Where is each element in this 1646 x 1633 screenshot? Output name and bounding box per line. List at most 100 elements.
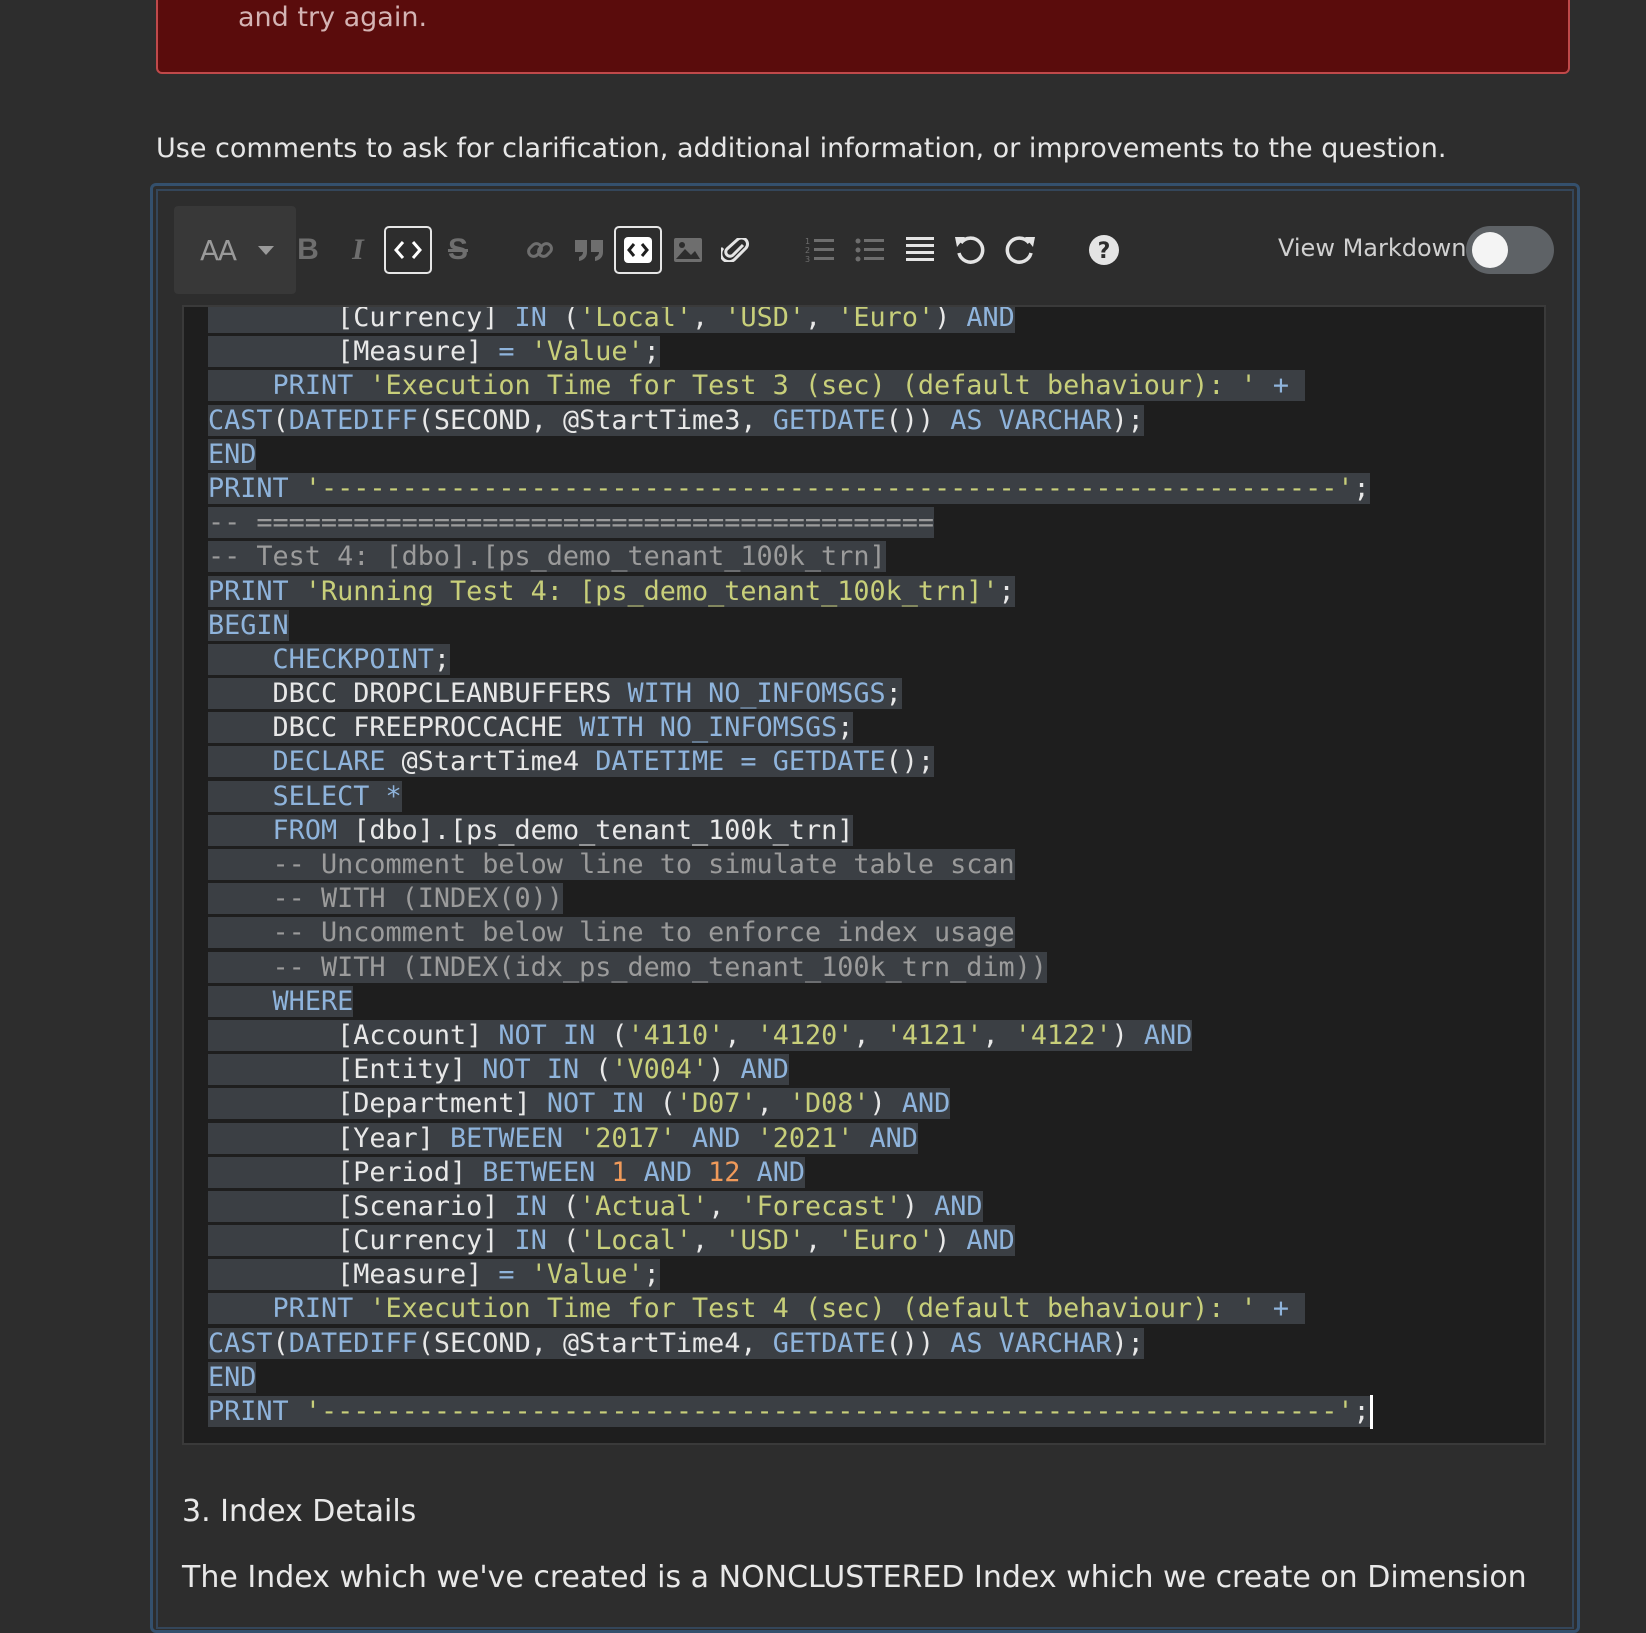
code-token: ; bbox=[433, 643, 451, 675]
code-token: ( bbox=[595, 1054, 612, 1086]
image-icon bbox=[674, 238, 702, 262]
code-token: ( bbox=[611, 1019, 628, 1051]
unordered-list-button[interactable] bbox=[846, 226, 894, 274]
code-token: , bbox=[853, 1019, 886, 1051]
selected-code: [Period] BETWEEN 1 AND 12 AND bbox=[208, 1156, 805, 1188]
italic-button[interactable]: I bbox=[334, 226, 382, 274]
code-line: PRINT '---------------------------------… bbox=[208, 1395, 1373, 1429]
code-token: PRINT bbox=[208, 472, 305, 504]
selected-code: [Measure] = 'Value'; bbox=[208, 1259, 660, 1291]
selected-code: [Currency] IN ('Local', 'USD', 'Euro') A… bbox=[208, 305, 1015, 333]
code-token: [dbo].[ps_demo_tenant_100k_trn] bbox=[353, 814, 854, 846]
code-line: SELECT * bbox=[208, 780, 1373, 814]
code-editor[interactable]: [Currency] IN ('Local', 'USD', 'Euro') A… bbox=[182, 305, 1546, 1445]
code-token: 'D07' bbox=[675, 1088, 757, 1120]
bold-button[interactable]: B bbox=[284, 226, 332, 274]
code-line: FROM [dbo].[ps_demo_tenant_100k_trn] bbox=[208, 814, 1373, 848]
error-notice-text: and try again. bbox=[238, 2, 428, 33]
code-line: [Account] NOT IN ('4110', '4120', '4121'… bbox=[208, 1019, 1373, 1053]
code-token: AND bbox=[1143, 1019, 1193, 1051]
code-token: ( bbox=[562, 305, 580, 333]
code-token: -- Test 4: [dbo].[ps_demo_tenant_100k_tr… bbox=[208, 541, 886, 573]
ordered-list-button[interactable]: 1 2 3 bbox=[796, 226, 844, 274]
redo-icon bbox=[1005, 236, 1035, 264]
code-line: CAST(DATEDIFF(SECOND, @StartTime4, GETDA… bbox=[208, 1327, 1373, 1361]
code-token: 'V004' bbox=[611, 1054, 709, 1086]
selected-code: BEGIN bbox=[208, 609, 289, 641]
code-token: DATEDIFF bbox=[288, 404, 418, 436]
code-token: @StartTime4 bbox=[401, 746, 596, 778]
code-token: ; bbox=[998, 575, 1015, 607]
toggle-knob bbox=[1472, 232, 1508, 268]
code-line: [Currency] IN ('Local', 'USD', 'Euro') A… bbox=[208, 305, 1373, 335]
snippet-button[interactable] bbox=[714, 226, 762, 274]
code-token: ()) bbox=[885, 404, 951, 436]
italic-icon: I bbox=[352, 233, 364, 266]
inline-code-button[interactable] bbox=[384, 226, 432, 274]
code-token: '2017' bbox=[579, 1122, 676, 1154]
view-markdown-toggle[interactable] bbox=[1466, 226, 1554, 274]
code-block-button[interactable] bbox=[614, 226, 662, 274]
selected-code: CAST(DATEDIFF(SECOND, @StartTime4, GETDA… bbox=[208, 1327, 1144, 1359]
code-token: , bbox=[692, 1225, 725, 1257]
undo-button[interactable] bbox=[946, 226, 994, 274]
code-token: 'USD' bbox=[724, 1225, 805, 1257]
selected-code: [Account] NOT IN ('4110', '4120', '4121'… bbox=[208, 1019, 1193, 1051]
code-token: ) bbox=[1111, 1019, 1144, 1051]
link-button[interactable] bbox=[516, 226, 564, 274]
code-token: PRINT bbox=[272, 1293, 370, 1325]
code-line: CAST(DATEDIFF(SECOND, @StartTime3, GETDA… bbox=[208, 404, 1373, 438]
selected-code: PRINT '---------------------------------… bbox=[208, 472, 1370, 504]
code-line: -- Uncomment below line to simulate tabl… bbox=[208, 848, 1373, 882]
section-heading: 3. Index Details bbox=[182, 1494, 417, 1529]
code-line: PRINT 'Execution Time for Test 3 (sec) (… bbox=[208, 369, 1373, 403]
code-token: '4122' bbox=[1014, 1019, 1112, 1051]
code-token: [Year] bbox=[337, 1122, 434, 1154]
unordered-list-icon bbox=[855, 238, 884, 262]
code-token: 'Forecast' bbox=[740, 1190, 902, 1222]
image-button[interactable] bbox=[664, 226, 712, 274]
code-token: 'Euro' bbox=[837, 1225, 935, 1257]
svg-text:?: ? bbox=[1098, 239, 1111, 264]
horizontal-rule-button[interactable] bbox=[896, 226, 944, 274]
selected-code: SELECT * bbox=[208, 780, 402, 812]
code-token: ); bbox=[1111, 404, 1144, 436]
help-button[interactable]: ? bbox=[1080, 226, 1128, 274]
code-token: AND bbox=[675, 1122, 757, 1154]
strikethrough-icon: S bbox=[447, 233, 468, 266]
code-token: NOT IN bbox=[482, 1019, 612, 1051]
code-token: ()) bbox=[885, 1327, 951, 1359]
view-markdown-label: View Markdown bbox=[1278, 234, 1467, 262]
strikethrough-button[interactable]: S bbox=[434, 226, 482, 274]
code-token: NOT IN bbox=[466, 1054, 596, 1086]
selected-code: DBCC DROPCLEANBUFFERS WITH NO_INFOMSGS; bbox=[208, 678, 902, 710]
code-token: CHECKPOINT bbox=[272, 643, 434, 675]
code-token: [Department] bbox=[337, 1088, 531, 1120]
selected-code: -- WITH (INDEX(idx_ps_demo_tenant_100k_t… bbox=[208, 951, 1047, 983]
svg-text:3: 3 bbox=[805, 255, 810, 264]
code-line: BEGIN bbox=[208, 609, 1373, 643]
code-token: -- Uncomment below line to simulate tabl… bbox=[272, 849, 1015, 880]
code-token: 1 bbox=[611, 1156, 628, 1188]
code-token: , bbox=[805, 305, 838, 333]
code-token: AND bbox=[740, 1054, 789, 1086]
blockquote-button[interactable] bbox=[566, 226, 614, 274]
code-line: [Department] NOT IN ('D07', 'D08') AND bbox=[208, 1087, 1373, 1121]
code-line: -- WITH (INDEX(0)) bbox=[208, 882, 1373, 916]
selected-code: CAST(DATEDIFF(SECOND, @StartTime3, GETDA… bbox=[208, 404, 1144, 436]
redo-button[interactable] bbox=[996, 226, 1044, 274]
code-token: [Scenario] bbox=[337, 1190, 499, 1222]
heading-dropdown[interactable]: AA bbox=[174, 206, 296, 294]
code-token: [Measure] bbox=[337, 1259, 483, 1291]
code-token: '---------------------------------------… bbox=[304, 1396, 1354, 1427]
code-token: ; bbox=[643, 1259, 660, 1291]
code-line: PRINT 'Running Test 4: [ps_demo_tenant_1… bbox=[208, 575, 1373, 609]
code-token: = bbox=[482, 1259, 531, 1291]
